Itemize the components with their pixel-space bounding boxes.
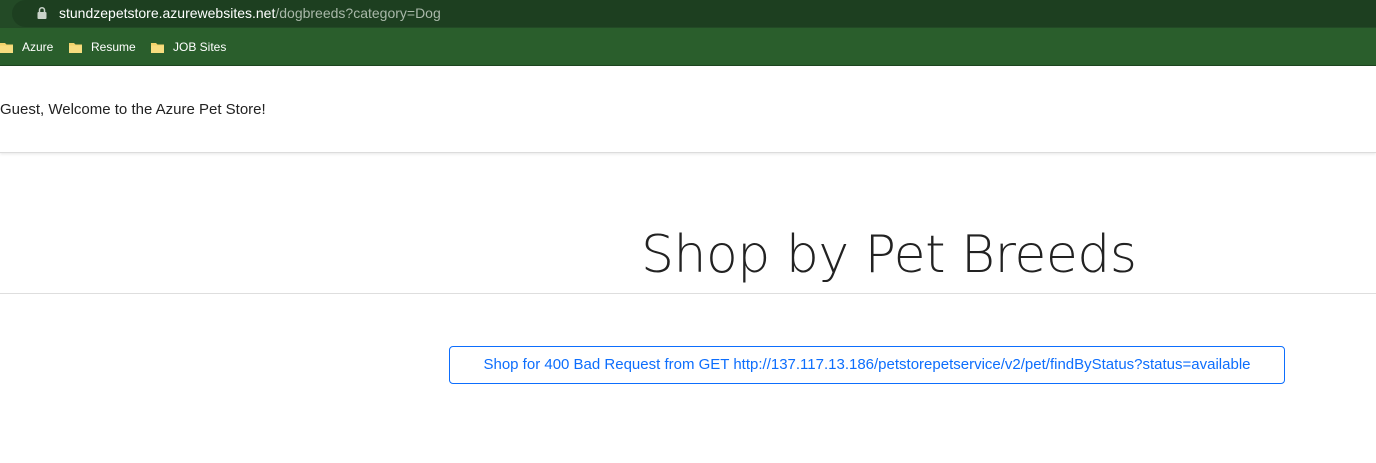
bookmark-label: Azure — [22, 40, 54, 54]
bookmark-job-sites[interactable]: JOB Sites — [151, 39, 226, 55]
bookmark-azure[interactable]: Azure — [0, 39, 53, 55]
page-title: Shop by Pet Breeds — [641, 225, 1137, 285]
welcome-message: Guest, Welcome to the Azure Pet Store! — [0, 101, 266, 118]
lock-icon[interactable] — [36, 6, 48, 20]
divider — [0, 293, 1376, 294]
folder-icon — [151, 42, 164, 53]
bookmark-label: JOB Sites — [173, 40, 227, 54]
bookmarks-bar: Azure Resume JOB Sites — [0, 28, 1376, 66]
address-bar: stundzepetstore.azurewebsites.net/dogbre… — [0, 0, 1376, 28]
url-text[interactable]: stundzepetstore.azurewebsites.net/dogbre… — [59, 4, 441, 22]
page-header: Guest, Welcome to the Azure Pet Store! — [0, 66, 1376, 153]
folder-icon — [69, 42, 82, 53]
url-omnibox[interactable]: stundzepetstore.azurewebsites.net/dogbre… — [12, 0, 1376, 27]
shop-breed-button[interactable]: Shop for 400 Bad Request from GET http:/… — [449, 346, 1285, 384]
bookmark-resume[interactable]: Resume — [69, 39, 136, 55]
url-domain: stundzepetstore.azurewebsites.net — [59, 5, 276, 21]
url-path: /dogbreeds?category=Dog — [275, 5, 441, 21]
folder-icon — [0, 42, 13, 53]
bookmark-label: Resume — [91, 40, 136, 54]
